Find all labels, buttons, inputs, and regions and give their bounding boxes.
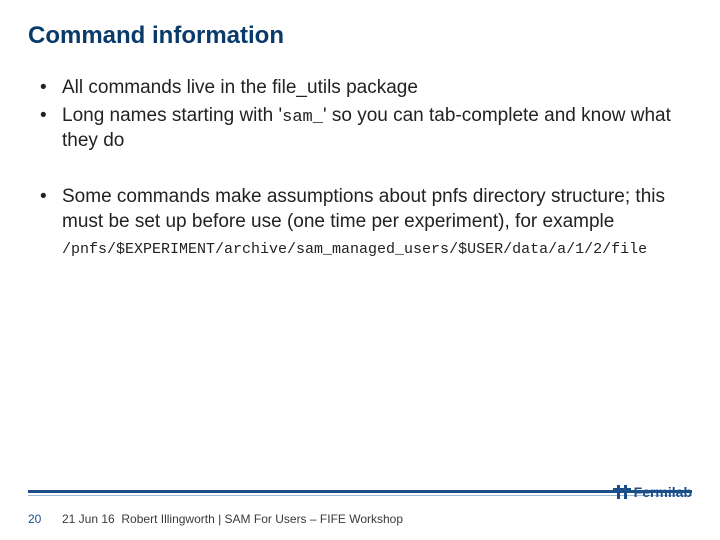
spacer: [28, 157, 692, 185]
footer-attribution: Robert Illingworth | SAM For Users – FIF…: [121, 512, 403, 526]
bullet-text-pre: Long names starting with ': [62, 105, 282, 126]
slide-body: All commands live in the file_utils pack…: [28, 76, 692, 259]
slide: Command information All commands live in…: [0, 0, 720, 540]
slide-number: 20: [28, 512, 41, 526]
fermilab-logo: Fermilab: [613, 484, 692, 500]
slide-title: Command information: [28, 22, 692, 50]
rule-primary: [28, 490, 692, 493]
bullet-item: Some commands make assumptions about pnf…: [40, 185, 692, 234]
inline-code: sam_: [282, 108, 323, 127]
bullet-text: All commands live in the file_utils pack…: [62, 77, 418, 98]
footer-meta: 21 Jun 16 Robert Illingworth | SAM For U…: [62, 512, 403, 526]
bullet-list: All commands live in the file_utils pack…: [28, 76, 692, 153]
bullet-text: Some commands make assumptions about pnf…: [62, 186, 665, 231]
rule-secondary: [28, 495, 692, 496]
fermilab-logo-text: Fermilab: [634, 484, 692, 500]
fermilab-logo-icon: [613, 485, 631, 499]
bullet-item: Long names starting with 'sam_' so you c…: [40, 104, 692, 153]
footer-date: 21 Jun 16: [62, 512, 115, 526]
footer: Fermilab 20 21 Jun 16 Robert Illingworth…: [0, 484, 720, 540]
code-path: /pnfs/$EXPERIMENT/archive/sam_managed_us…: [62, 240, 692, 259]
bullet-list: Some commands make assumptions about pnf…: [28, 185, 692, 234]
footer-rule: [28, 490, 692, 496]
bullet-item: All commands live in the file_utils pack…: [40, 76, 692, 100]
